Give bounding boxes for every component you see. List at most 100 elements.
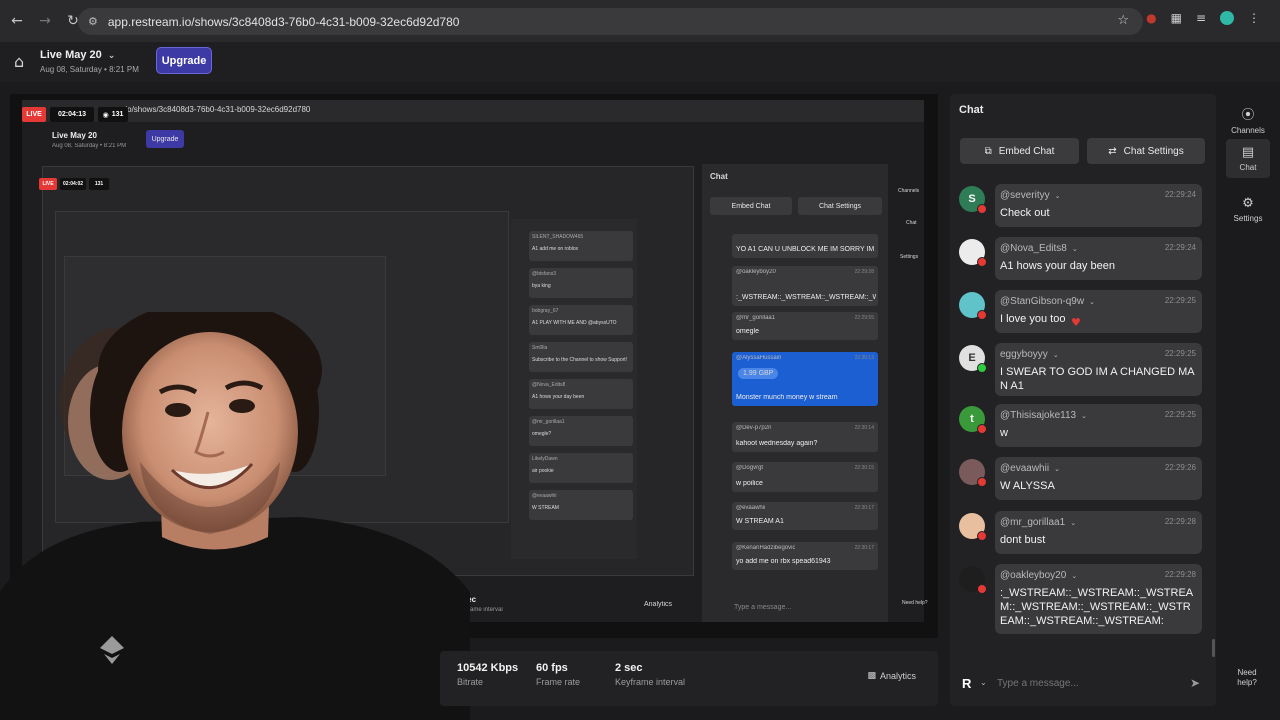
- send-icon[interactable]: ➤: [1190, 676, 1200, 690]
- nested-settings-button: Chat Settings: [798, 197, 882, 215]
- chevron-down-icon[interactable]: ⌄: [1054, 465, 1060, 473]
- chat-message[interactable]: @Nova_Edits8 ⌄ 22:29:24 A1 hows your day be…: [995, 237, 1202, 280]
- chat-message-input[interactable]: [997, 674, 1177, 692]
- browser-toolbar: ← → ↻ ⚙ app.restream.io/shows/3c8408d3-7…: [0, 0, 1280, 42]
- embed-chat-label: Embed Chat: [998, 145, 1055, 157]
- nested-chat-message: @Dev-p7p2n 22:30:14 kahoot wednesday again…: [732, 422, 878, 452]
- nested-message-user: @KenanHadzibegovic: [736, 545, 796, 551]
- extension-icon[interactable]: ●: [1146, 11, 1156, 25]
- webcam-overlay: [0, 312, 470, 720]
- rail-settings-label: Settings: [1233, 214, 1263, 223]
- nested2-message-user: LikelyDawn: [532, 456, 558, 462]
- chevron-down-icon[interactable]: ⌄: [1055, 192, 1061, 200]
- menu-icon[interactable]: ⋮: [1248, 11, 1260, 25]
- nested2-message-user: @mr_gorillaa1: [532, 419, 565, 425]
- rail-channels[interactable]: ⦿ Channels: [1226, 104, 1270, 135]
- chevron-down-icon[interactable]: ⌄: [1071, 572, 1077, 580]
- nested2-message-user: SILENT_SHADOW465: [532, 234, 584, 240]
- back-icon[interactable]: ←: [6, 10, 28, 32]
- nested-analytics: Analytics: [644, 601, 673, 608]
- chevron-down-icon[interactable]: ⌄: [1081, 412, 1087, 420]
- nested-help: Need help?: [902, 600, 928, 606]
- show-title[interactable]: Live May 20 ⌄: [40, 49, 115, 61]
- nested2-message-text: A1 PLAY WITH ME AND @abyssUTO: [532, 320, 617, 326]
- chevron-down-icon[interactable]: ⌄: [1053, 351, 1059, 359]
- message-text: A1 hows your day been: [1000, 260, 1115, 272]
- youtube-source-icon: [977, 204, 987, 214]
- chat-message[interactable]: @oakleyboy20 ⌄ 22:29:28:_WSTREAM::_WSTREAM…: [995, 564, 1202, 634]
- message-time: 22:29:28: [1164, 517, 1196, 526]
- media-icon[interactable]: ≡: [1196, 11, 1206, 25]
- nested-live-badge: LIVE: [39, 178, 57, 190]
- puzzle-icon[interactable]: ▦: [1171, 11, 1182, 25]
- address-bar[interactable]: ⚙ app.restream.io/shows/3c8408d3-76b0-4c…: [78, 8, 1143, 35]
- bar-chart-icon: ▩: [867, 671, 876, 681]
- nested2-chat-message: SILENT_SHADOW465 A1 add me on roblox: [529, 231, 633, 261]
- username-text: @mr_gorillaa1: [1000, 517, 1066, 528]
- chat-message[interactable]: @severityy ⌄ 22:29:24 Check out: [995, 184, 1202, 227]
- chevron-down-icon[interactable]: ⌄: [108, 51, 116, 61]
- nested-chat-panel-2: SILENT_SHADOW465 A1 add me on roblox @btsf…: [511, 219, 637, 559]
- url-text[interactable]: app.restream.io/shows/3c8408d3-76b0-4c31…: [108, 15, 460, 29]
- bookmark-star-icon[interactable]: ☆: [1117, 13, 1129, 28]
- chevron-down-icon[interactable]: ⌄: [1070, 519, 1076, 527]
- nested-message-user: @oakleyboy20: [736, 269, 776, 275]
- home-icon[interactable]: ⌂: [14, 52, 30, 71]
- profile-avatar[interactable]: [1220, 11, 1234, 25]
- nested2-message-user: @btsfans3: [532, 271, 556, 277]
- nested-message-time: 22:30:14: [854, 425, 874, 431]
- chat-scrollbar[interactable]: [1212, 639, 1215, 657]
- rail-settings[interactable]: ⚙ Settings: [1226, 196, 1270, 223]
- message-time: 22:29:25: [1164, 296, 1196, 305]
- viewer-count: 131: [111, 111, 124, 118]
- embed-chat-button[interactable]: ⧉ Embed Chat: [960, 138, 1079, 164]
- nested-chat-message: @evaawhii 22:30:17 W STREAM A1: [732, 502, 878, 530]
- nested-embed-button: Embed Chat: [710, 197, 792, 215]
- forward-icon[interactable]: →: [34, 10, 56, 32]
- message-text: w: [1000, 427, 1008, 439]
- message-time: 22:29:25: [1164, 410, 1196, 419]
- chat-message[interactable]: @evaawhii ⌄ 22:29:26 W ALYSSA: [995, 457, 1202, 500]
- upgrade-button[interactable]: Upgrade: [156, 47, 212, 74]
- nested-chat-message: @Dogvrgt 22:30:15 w poilice: [732, 462, 878, 492]
- nested-rail-settings: Settings: [900, 254, 919, 260]
- chat-message[interactable]: @Thisisajoke113 ⌄ 22:29:25 w: [995, 404, 1202, 447]
- nested-chat-panel: Chat Embed Chat Chat Settings YO A1 CAN …: [702, 164, 888, 622]
- right-rail: ⦿ Channels ▤ Chat ⚙ Settings: [1226, 94, 1270, 706]
- nested-viewer-badge: 131: [89, 178, 109, 190]
- nested-message-text: w poilice: [736, 480, 763, 487]
- need-help-button[interactable]: Need help?: [1233, 668, 1261, 688]
- nested-message-user: @AlyssaHussain: [736, 355, 782, 361]
- eye-icon: ◉: [102, 110, 109, 119]
- chat-message[interactable]: @StanGibson-q9w ⌄ 22:29:25 I love you too ♥: [995, 290, 1202, 333]
- rail-chat[interactable]: ▤ Chat: [1226, 139, 1270, 178]
- username-text: @Thisisajoke113: [1000, 410, 1077, 421]
- nested2-chat-message: bobgray_67 A1 PLAY WITH ME AND @abyssUTO: [529, 305, 633, 335]
- restream-logo[interactable]: R: [962, 676, 971, 691]
- nested-message-time: 22:30:17: [854, 505, 874, 511]
- chat-message-list[interactable]: S @severityy ⌄ 22:29:24 Check out @Nova_Edits…: [950, 184, 1216, 654]
- message-time: 22:29:28: [1164, 570, 1196, 579]
- nested2-chat-message: @btsfans3 bya king: [529, 268, 633, 298]
- app-header: ⌂ Live May 20 ⌄ Aug 08, Saturday • 8:21 P…: [0, 42, 1280, 82]
- nested2-message-text: air pookie: [532, 468, 554, 474]
- stream-stats-bar: 10542 Kbps Bitrate 60 fps Frame rate 2 s…: [440, 651, 938, 706]
- chat-settings-button[interactable]: ⇄ Chat Settings: [1087, 138, 1205, 164]
- chevron-down-icon[interactable]: ⌄: [1072, 245, 1078, 253]
- nested-message-user: @Dogvrgt: [736, 465, 764, 471]
- nested-show-title: Live May 20: [52, 131, 97, 140]
- site-info-icon[interactable]: ⚙: [88, 15, 98, 28]
- message-text: Check out: [1000, 207, 1050, 219]
- nested-message-user: @Dev-p7p2n: [736, 425, 772, 431]
- chat-message[interactable]: @mr_gorillaa1 ⌄ 22:29:28 dont bust: [995, 511, 1202, 554]
- chat-bubble-icon: ▤: [1241, 145, 1255, 160]
- live-badge: LIVE: [22, 107, 46, 122]
- nested-show-date: Aug 08, Saturday • 8:21 PM: [52, 143, 127, 149]
- chevron-down-icon[interactable]: ⌄: [1089, 298, 1095, 306]
- message-time: 22:29:24: [1164, 243, 1196, 252]
- analytics-button[interactable]: ▩ Analytics: [867, 671, 916, 681]
- chat-message[interactable]: eggyboyyy ⌄ 22:29:25 I SWEAR TO GOD IM A CH…: [995, 343, 1202, 396]
- nested2-chat-message: Sm0lla Subscribe to the Channel to show S…: [529, 342, 633, 372]
- keyframe-label: Keyframe interval: [615, 677, 686, 687]
- chevron-down-icon[interactable]: ⌄: [980, 678, 987, 687]
